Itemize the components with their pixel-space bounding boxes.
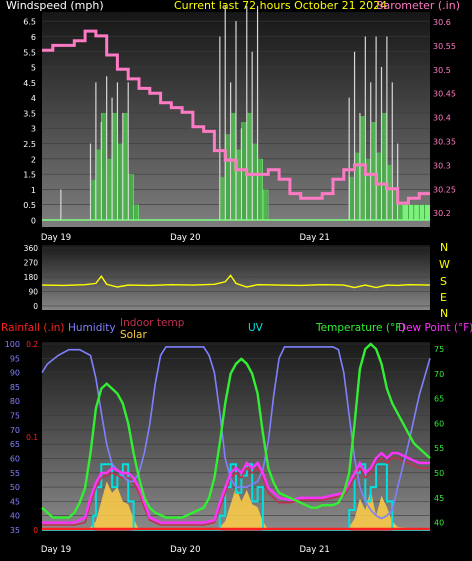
compass-e: E [440, 291, 447, 304]
wind-tick-label: 5 [31, 64, 36, 73]
barometer-tick-label: 30.45 [433, 90, 456, 99]
day-tick-label-bottom: Day 21 [300, 545, 330, 555]
wind-tick-label: 0.5 [23, 201, 36, 210]
humidity-label: Humidity [68, 322, 116, 334]
temperature-tick-label: 40 [434, 519, 444, 528]
barometer-tick-label: 30.2 [433, 209, 451, 218]
temperature-tick-label: 60 [434, 419, 444, 428]
wind-tick-label: 6.5 [23, 18, 36, 27]
barometer-axis-title: Barometer (.in) [376, 0, 460, 12]
barometer-tick-label: 30.25 [433, 185, 456, 194]
humidity-tick-label: 100 [5, 340, 20, 349]
barometer-tick-label: 30.4 [433, 114, 451, 123]
indoor-label: Indoor temp [120, 317, 185, 329]
direction-tick-label: 180 [24, 273, 39, 282]
wind-tick-label: 2 [31, 155, 36, 164]
temperature-tick-label: 75 [434, 345, 444, 354]
barometer-tick-label: 30.3 [433, 161, 451, 170]
weather-chart: 0 0.5 1 1.5 2 2.5 3 3.5 4 4.5 5 5.5 6 6.5 30.2 30.25 30.… [1, 0, 472, 555]
humidity-tick-label: 65 [10, 440, 20, 449]
barometer-tick-label: 30.5 [433, 66, 451, 75]
humidity-tick-label: 90 [10, 369, 20, 378]
humidity-tick-label: 35 [10, 526, 20, 535]
humidity-tick-label: 40 [10, 512, 20, 521]
day-tick-label-bottom: Day 20 [170, 545, 200, 555]
wind-tick-label: 3.5 [23, 109, 36, 118]
direction-tick-label: 90 [28, 288, 38, 297]
day-tick-label: Day 19 [41, 233, 71, 243]
chart-title: Current last 72 hours October 21 2024 [174, 0, 387, 12]
wind-tick-label: 1.5 [23, 171, 36, 180]
humidity-tick-label: 55 [10, 469, 20, 478]
temperature-label: Temperature (°F) [315, 322, 405, 334]
uv-label: UV [248, 322, 264, 334]
day-tick-label-bottom: Day 19 [41, 545, 71, 555]
humidity-tick-label: 85 [10, 383, 20, 392]
humidity-tick-label: 95 [10, 354, 20, 363]
day-tick-label: Day 20 [170, 233, 200, 243]
wind-tick-label: 1 [31, 186, 36, 195]
rain-tick-label: 0.2 [26, 340, 38, 349]
compass-w: W [439, 258, 450, 271]
compass-s: S [440, 275, 447, 288]
temperature-tick-label: 45 [434, 494, 444, 503]
direction-tick-label: 0 [33, 302, 38, 311]
humidity-tick-label: 45 [10, 497, 20, 506]
wind-tick-label: 4.5 [23, 79, 36, 88]
direction-tick-label: 360 [24, 244, 39, 253]
temperature-tick-label: 65 [434, 395, 444, 404]
dewpoint-label: Dew Point (°F) [398, 322, 472, 334]
compass-n-bottom: N [440, 307, 448, 320]
wind-tick-label: 5.5 [23, 48, 36, 57]
temperature-tick-label: 50 [434, 469, 444, 478]
wind-tick-label: 2.5 [23, 140, 36, 149]
humidity-tick-label: 50 [10, 483, 20, 492]
wind-average-bar [403, 204, 430, 220]
day-tick-label: Day 21 [300, 233, 330, 243]
barometer-tick-label: 30.55 [433, 42, 456, 51]
humidity-tick-label: 70 [10, 426, 20, 435]
wind-tick-label: 3 [31, 125, 36, 134]
temperature-tick-label: 55 [434, 444, 444, 453]
rain-label: Rainfall (.in) [1, 322, 64, 334]
barometer-tick-label: 30.6 [433, 18, 451, 27]
humidity-tick-label: 60 [10, 454, 20, 463]
barometer-tick-label: 30.35 [433, 138, 456, 147]
wind-tick-label: 4 [31, 94, 36, 103]
humidity-tick-label: 75 [10, 412, 20, 421]
wind-axis-title: Windspeed (mph) [6, 0, 104, 12]
direction-tick-label: 270 [24, 259, 39, 268]
temperature-tick-label: 70 [434, 370, 444, 379]
wind-tick-label: 0 [31, 217, 36, 226]
rain-tick-label: 0 [33, 526, 38, 535]
compass-n-top: N [440, 241, 448, 254]
rain-tick-label: 0.1 [26, 433, 38, 442]
solar-label: Solar [120, 329, 147, 341]
humidity-tick-label: 80 [10, 397, 20, 406]
wind-tick-label: 6 [31, 33, 36, 42]
